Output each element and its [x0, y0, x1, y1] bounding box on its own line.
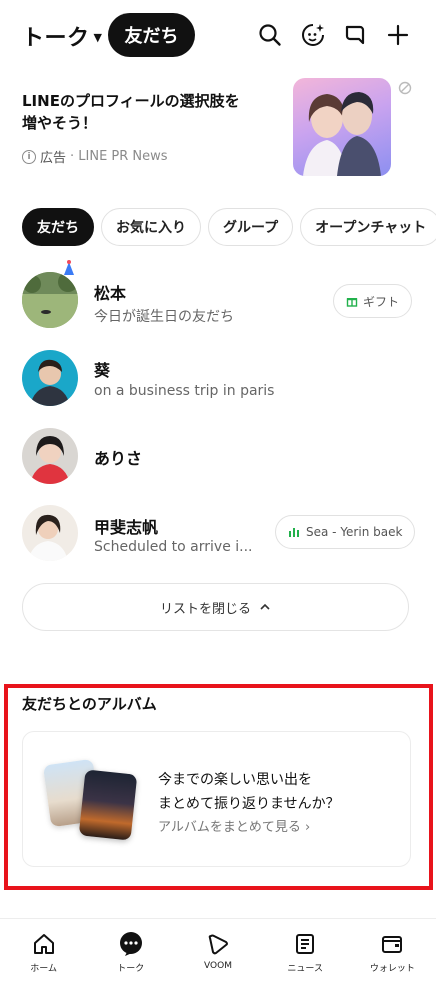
- chat-new-icon[interactable]: [340, 20, 370, 50]
- avatar[interactable]: [22, 272, 78, 328]
- nav-voom[interactable]: VOOM: [174, 919, 261, 985]
- friend-row[interactable]: 松本 今日が誕生日の友だち ギフト: [0, 260, 436, 336]
- album-link-label: アルバムをまとめて見る: [158, 820, 301, 835]
- chevron-up-icon: [260, 603, 270, 610]
- chip-groups[interactable]: グループ: [208, 208, 294, 246]
- ad-image[interactable]: [293, 78, 391, 176]
- album-photo: [78, 769, 138, 841]
- friend-row[interactable]: 葵 on a business trip in paris: [0, 343, 436, 413]
- gift-icon: [346, 298, 358, 307]
- gift-button[interactable]: ギフト: [333, 284, 413, 318]
- avatar[interactable]: [22, 428, 78, 484]
- music-status-button[interactable]: Sea - Yerin baek: [275, 515, 416, 549]
- avatar[interactable]: [22, 505, 78, 561]
- nav-talk[interactable]: トーク: [87, 919, 174, 985]
- ad-hide-icon[interactable]: [398, 80, 412, 95]
- top-header: トーク ▼ 友だち: [0, 0, 436, 72]
- voom-icon: [205, 931, 231, 957]
- nav-news[interactable]: ニュース: [262, 919, 349, 985]
- wallet-icon: [379, 931, 405, 957]
- album-message: 今までの楽しい思い出を まとめて振り返りませんか？: [158, 768, 340, 816]
- nav-label: ウォレット: [369, 964, 415, 974]
- friend-name: 甲斐志帆: [94, 518, 159, 537]
- friend-name: ありさ: [94, 449, 143, 468]
- ad-sponsor: · LINE PR News: [70, 149, 168, 164]
- filter-chips: 友だち お気に入り グループ オープンチャット: [22, 208, 436, 246]
- album-message-line: 今までの楽しい思い出を: [158, 772, 312, 788]
- bottom-nav: ホーム トーク VOOM ニュース ウォレット: [0, 919, 436, 985]
- chip-favorites[interactable]: お気に入り: [101, 208, 201, 246]
- close-list-label: リストを閉じる: [159, 601, 251, 617]
- page-title: トーク: [22, 26, 90, 51]
- album-link[interactable]: アルバムをまとめて見る ›: [158, 816, 310, 835]
- nav-label: ホーム: [30, 964, 57, 974]
- news-icon: [292, 931, 318, 957]
- chat-icon: [118, 931, 144, 957]
- music-label: Sea - Yerin baek: [306, 525, 403, 539]
- friend-row[interactable]: ありさ: [0, 421, 436, 491]
- friend-status: 今日が誕生日の友だち: [94, 309, 234, 325]
- album-section-title: 友だちとのアルバム: [22, 695, 157, 713]
- friend-name: 松本: [94, 284, 127, 303]
- ad-label: 広告: [40, 151, 67, 166]
- chip-openchat[interactable]: オープンチャット: [300, 208, 436, 246]
- chevron-right-icon: ›: [305, 820, 311, 835]
- nav-label: ニュース: [287, 964, 323, 974]
- ad-meta: i 広告 · LINE PR News: [22, 147, 168, 166]
- friend-status: Scheduled to arrive i...: [94, 539, 253, 555]
- talk-dropdown[interactable]: トーク ▼: [22, 20, 102, 52]
- chip-friends[interactable]: 友だち: [22, 208, 94, 246]
- info-icon[interactable]: i: [22, 149, 36, 164]
- friend-name: 葵: [94, 361, 111, 380]
- home-icon: [31, 931, 57, 957]
- friends-tab-pill[interactable]: 友だち: [108, 13, 195, 57]
- gift-label: ギフト: [363, 294, 400, 309]
- music-bars-icon: [289, 528, 299, 537]
- add-icon[interactable]: [383, 20, 413, 50]
- search-icon[interactable]: [255, 20, 285, 50]
- nav-home[interactable]: ホーム: [0, 919, 87, 985]
- caret-down-icon: ▼: [93, 30, 102, 44]
- close-list-button[interactable]: リストを閉じる: [22, 583, 409, 631]
- nav-label: トーク: [117, 964, 145, 974]
- nav-label: VOOM: [204, 961, 232, 971]
- sparkle-face-icon[interactable]: [298, 20, 328, 50]
- nav-wallet[interactable]: ウォレット: [349, 919, 436, 985]
- album-message-line: まとめて振り返りませんか？: [158, 796, 340, 812]
- friend-status: on a business trip in paris: [94, 383, 275, 399]
- friend-row[interactable]: 甲斐志帆 Scheduled to arrive i... Sea - Yeri…: [0, 498, 436, 568]
- ad-headline[interactable]: LINEのプロフィールの選択肢を増やそう！: [22, 90, 252, 134]
- party-hat-icon: [64, 260, 74, 275]
- avatar[interactable]: [22, 350, 78, 406]
